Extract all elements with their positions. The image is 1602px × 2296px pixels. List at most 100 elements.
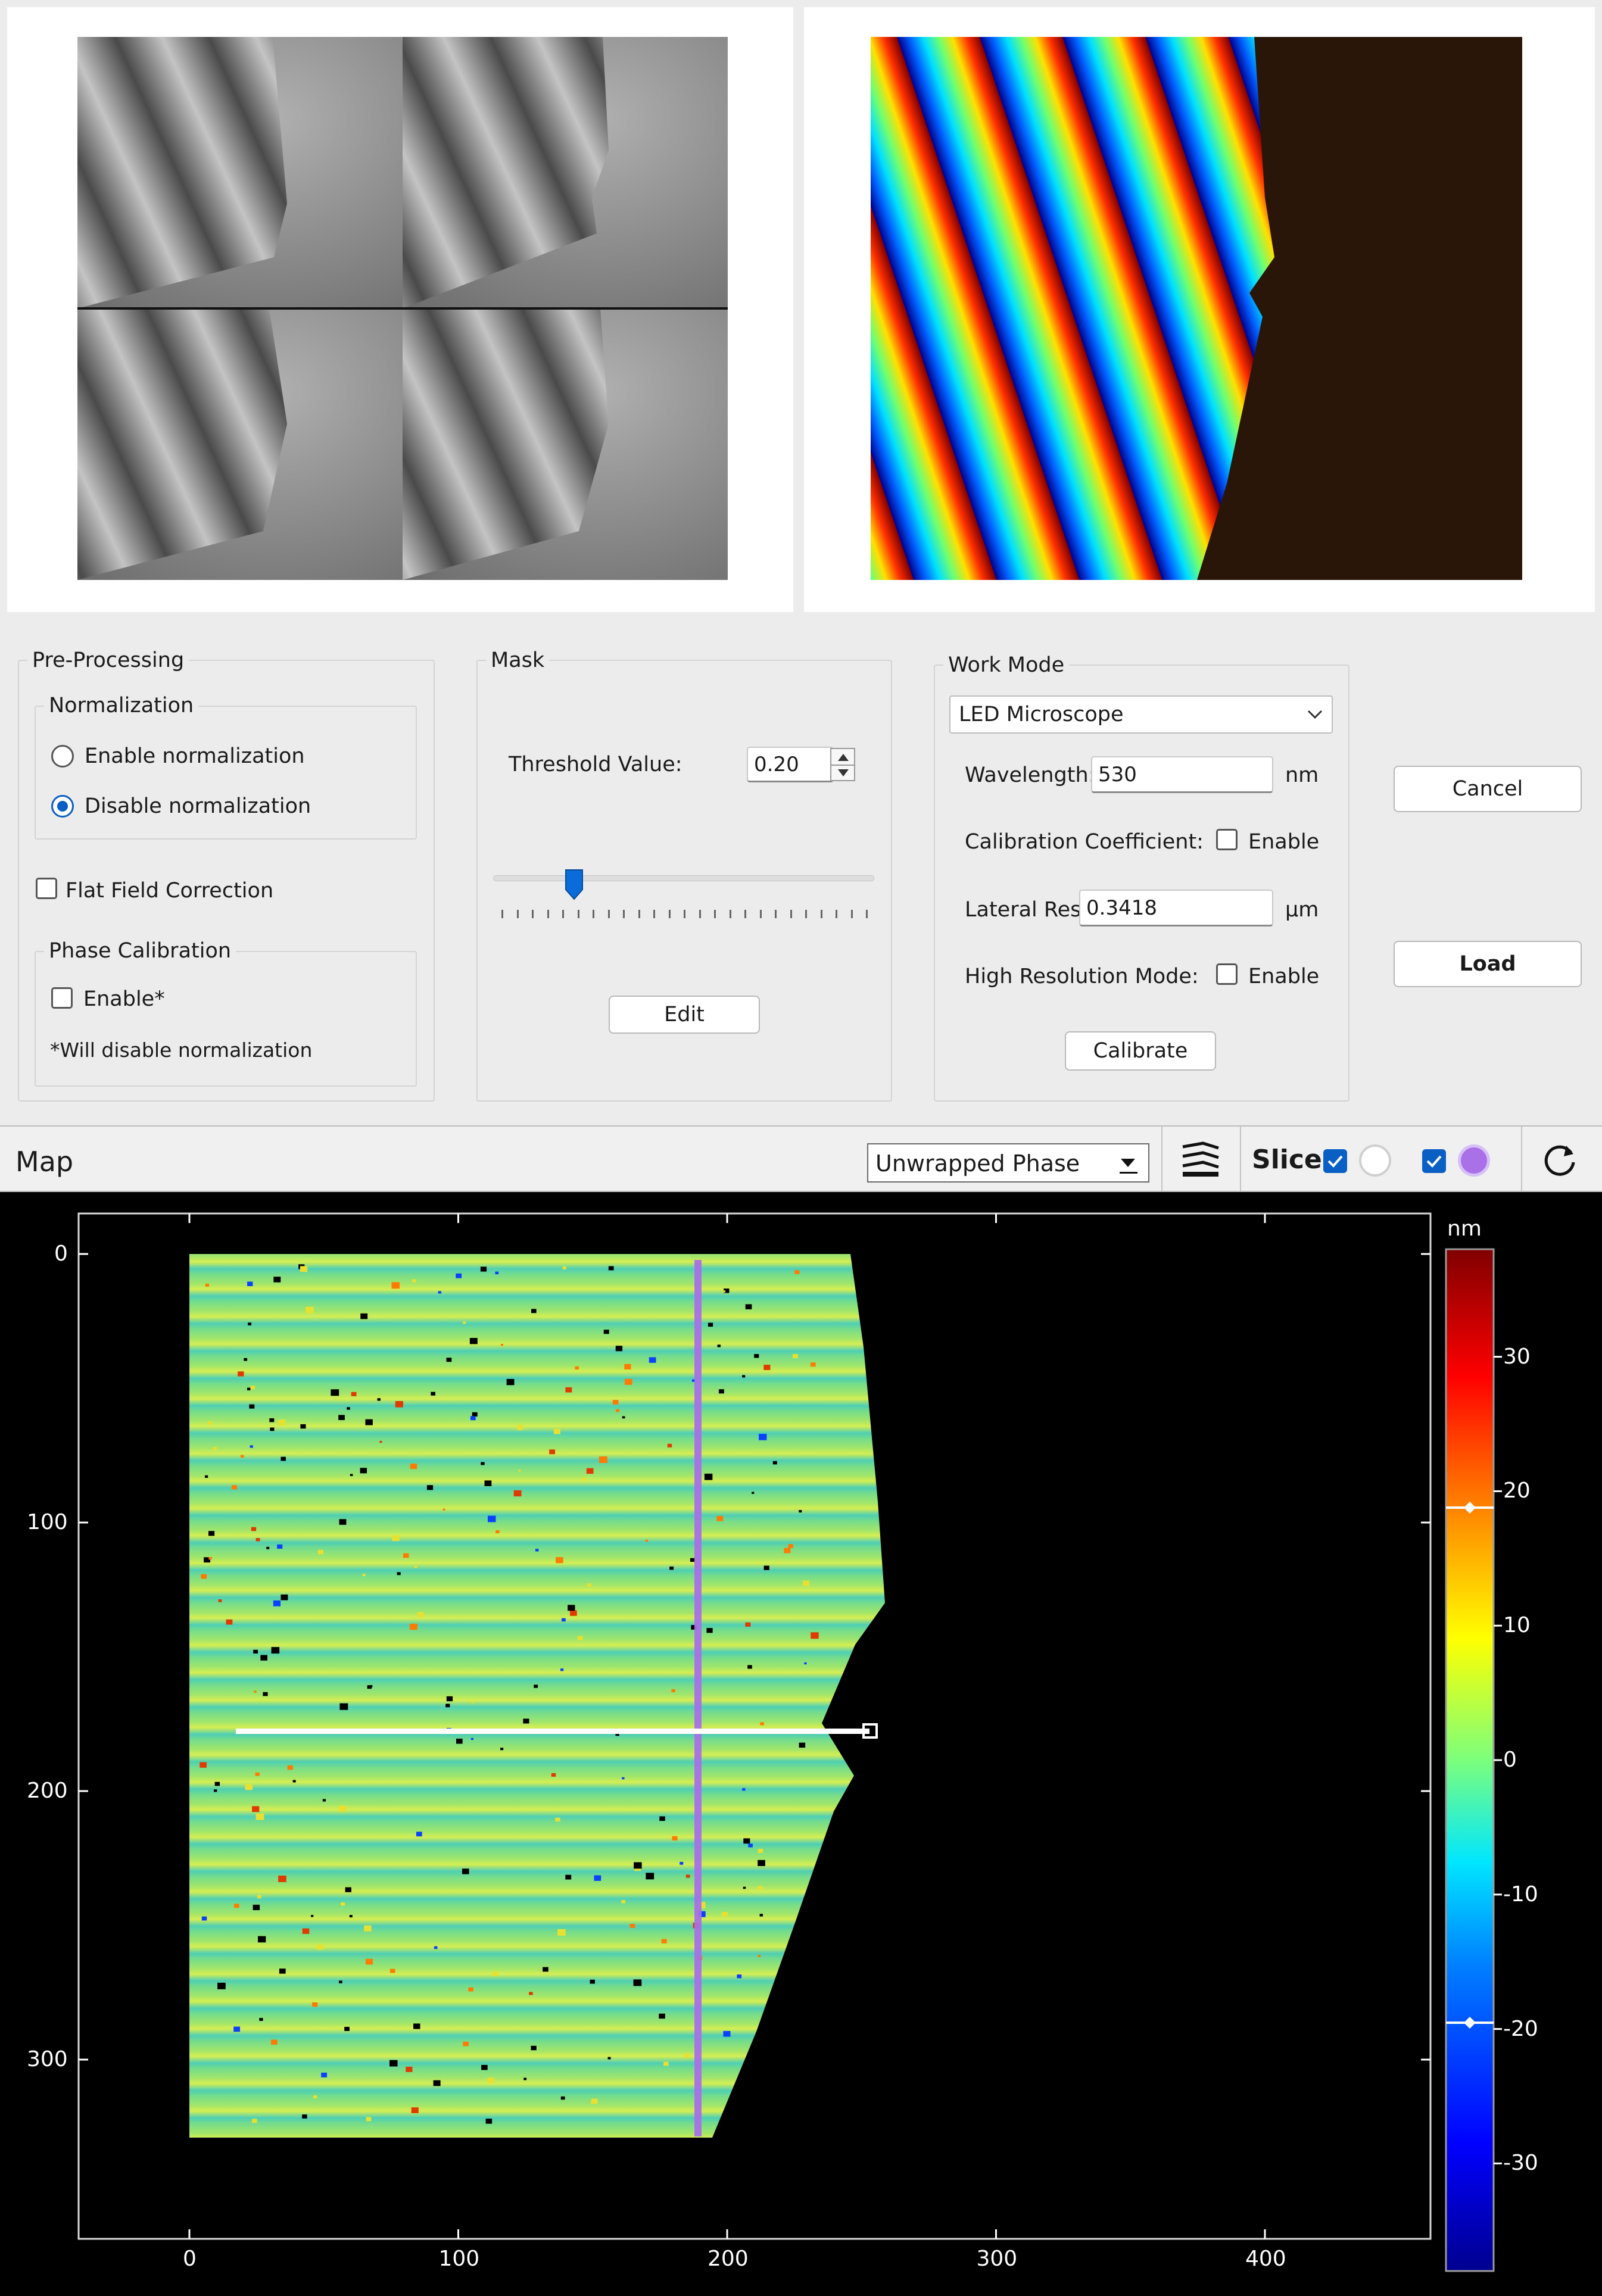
- phase-speckle: [492, 1971, 498, 1976]
- chevron-down-icon[interactable]: [1307, 709, 1323, 720]
- phase-speckle: [622, 1416, 625, 1419]
- phase-speckle: [279, 1969, 286, 1974]
- phase-speckle: [214, 1782, 220, 1786]
- load-button[interactable]: Load: [1394, 941, 1582, 987]
- disable-normalization-label[interactable]: Disable normalization: [85, 794, 311, 818]
- lateral-res-input[interactable]: 0.3418: [1079, 890, 1273, 926]
- x-axis-tick: [1264, 2229, 1266, 2239]
- phase-speckle: [254, 1690, 257, 1693]
- phase-speckle: [446, 1696, 453, 1702]
- phase-speckle: [411, 2107, 419, 2113]
- phase-speckle: [255, 1813, 264, 1820]
- phase-speckle: [438, 1291, 441, 1294]
- calibration-coefficient-checkbox[interactable]: [1216, 829, 1238, 850]
- horizontal-slice-line[interactable]: [236, 1729, 869, 1734]
- map-view: nm 0 100 200 300 400 0 100 200 300 30 20 10 0 -10 -20-…: [0, 1192, 1602, 2296]
- phase-calibration-title: Phase Calibration: [44, 939, 236, 963]
- slider-tick: [866, 910, 868, 918]
- vertical-slice-line[interactable]: [694, 1260, 702, 2136]
- phase-speckle: [717, 1344, 721, 1347]
- threshold-slider[interactable]: [493, 868, 874, 922]
- flat-field-label[interactable]: Flat Field Correction: [66, 879, 273, 903]
- colormap-icon[interactable]: [1179, 1138, 1222, 1181]
- cancel-button[interactable]: Cancel: [1394, 766, 1582, 812]
- calibration-coefficient-enable-label[interactable]: Enable: [1248, 830, 1319, 854]
- slider-tick: [699, 910, 701, 918]
- fringe-quadrant-4: [403, 308, 728, 580]
- normalization-group: [35, 706, 417, 840]
- slice-horizontal-checkbox[interactable]: [1323, 1149, 1347, 1173]
- phase-speckle: [784, 1548, 791, 1553]
- colorbar-tick: [1494, 1759, 1502, 1761]
- phase-speckle: [395, 1400, 403, 1408]
- high-resolution-enable-label[interactable]: Enable: [1248, 965, 1319, 988]
- phase-speckle: [253, 1649, 258, 1654]
- phase-speckle: [624, 1378, 632, 1385]
- slider-thumb[interactable]: [564, 868, 584, 900]
- wavelength-value: 530: [1098, 762, 1137, 787]
- phase-speckle: [226, 1619, 233, 1625]
- phase-speckle: [252, 1806, 260, 1813]
- view-mode-select[interactable]: Unwrapped Phase: [867, 1143, 1149, 1183]
- phase-speckle: [233, 2026, 241, 2032]
- x-axis-tick-label: 400: [1245, 2247, 1286, 2271]
- phase-speckle: [758, 1848, 763, 1853]
- phase-speckle: [339, 1980, 342, 1983]
- phase-speckle: [234, 1904, 239, 1908]
- phase-speckle: [292, 1780, 296, 1783]
- phase-speckle: [506, 1378, 515, 1386]
- phase-speckle: [495, 1530, 500, 1534]
- slider-tick: [532, 910, 534, 918]
- phase-speckle: [241, 1455, 244, 1458]
- wavelength-input[interactable]: 530: [1091, 756, 1273, 793]
- edit-button[interactable]: Edit: [609, 996, 760, 1034]
- phase-speckle: [659, 1816, 665, 1821]
- phase-speckle: [575, 1366, 579, 1370]
- colorbar-unit: nm: [1447, 1216, 1482, 1241]
- slice-horizontal-color-icon[interactable]: [1359, 1144, 1391, 1177]
- phase-speckle: [271, 1647, 280, 1654]
- processing-panel: Pre-Processing Normalization Enable norm…: [0, 0, 1602, 1119]
- phase-speckle: [201, 1574, 207, 1579]
- select-arrow-icon[interactable]: [1121, 1159, 1135, 1167]
- y-axis-tick-right: [1421, 2058, 1430, 2061]
- disable-normalization-radio[interactable]: [51, 795, 74, 818]
- lateral-res-label: Lateral Res:: [965, 898, 1089, 922]
- spin-down-icon[interactable]: [838, 769, 849, 776]
- flat-field-checkbox[interactable]: [36, 878, 57, 899]
- phase-speckle: [259, 2017, 263, 2021]
- phase-speckle: [244, 1358, 248, 1361]
- spin-up-icon[interactable]: [838, 754, 849, 761]
- fringe-quadrant-1: [77, 37, 403, 308]
- refresh-icon[interactable]: [1540, 1141, 1579, 1180]
- phase-speckle: [350, 1474, 353, 1477]
- threshold-input[interactable]: 0.20: [747, 747, 834, 782]
- phase-speckle: [273, 1277, 281, 1283]
- high-resolution-checkbox[interactable]: [1216, 963, 1238, 985]
- phase-speckle: [302, 2114, 307, 2119]
- phase-speckle: [752, 1492, 755, 1494]
- threshold-spinner[interactable]: [830, 748, 855, 781]
- slider-tick: [577, 910, 579, 918]
- phase-speckle: [392, 1535, 400, 1542]
- phase-speckle: [551, 1773, 556, 1777]
- phase-speckle: [410, 1464, 417, 1470]
- phase-speckle: [799, 1742, 806, 1748]
- phase-speckle: [250, 1386, 255, 1390]
- phase-speckle: [403, 1553, 409, 1558]
- phase-speckle: [794, 1270, 800, 1274]
- phase-speckle: [737, 1974, 742, 1979]
- phase-calibration-checkbox[interactable]: [51, 987, 73, 1009]
- slice-vertical-checkbox[interactable]: [1422, 1149, 1446, 1173]
- enable-normalization-label[interactable]: Enable normalization: [85, 744, 305, 768]
- calibrate-button[interactable]: Calibrate: [1065, 1031, 1216, 1071]
- phase-calibration-enable-label[interactable]: Enable*: [83, 987, 165, 1011]
- slice-vertical-color-icon[interactable]: [1458, 1144, 1490, 1177]
- phase-speckle: [322, 1799, 326, 1802]
- phase-speckle: [306, 1306, 314, 1314]
- work-mode-dropdown[interactable]: LED Microscope: [949, 695, 1333, 734]
- enable-normalization-radio[interactable]: [51, 745, 74, 768]
- phase-speckle: [389, 2060, 398, 2067]
- phase-speckle: [434, 1946, 438, 1949]
- phase-speckle: [300, 1266, 308, 1272]
